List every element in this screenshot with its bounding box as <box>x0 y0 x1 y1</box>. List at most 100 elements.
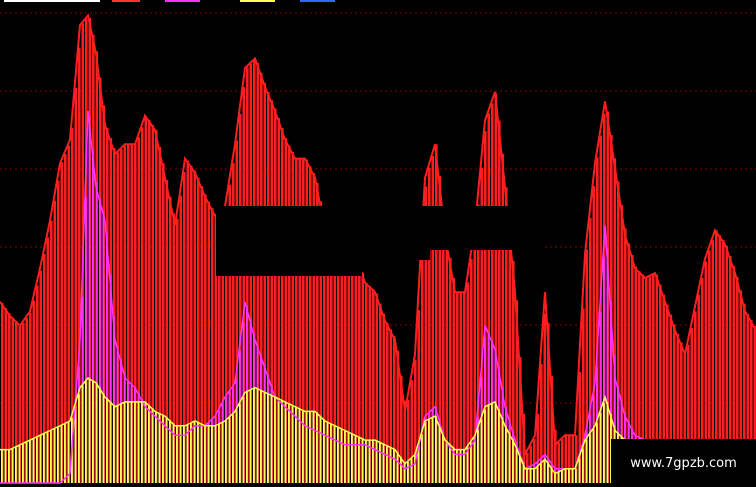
yellow-bar <box>494 402 497 483</box>
yellow-bar <box>344 430 346 483</box>
yellow-bar <box>60 425 63 483</box>
yellow-bar <box>144 401 147 483</box>
yellow-bar <box>512 439 514 483</box>
occlusion-block-right <box>430 210 542 250</box>
yellow-bar <box>176 425 178 483</box>
yellow-bar <box>333 425 336 483</box>
yellow-bar <box>225 421 227 483</box>
yellow-bar <box>235 410 238 483</box>
yellow-bar <box>606 402 609 483</box>
yellow-bar <box>484 409 486 483</box>
yellow-bar <box>43 433 45 483</box>
yellow-bar <box>449 443 451 483</box>
occlusion-block-mid <box>350 210 430 260</box>
yellow-bar <box>386 445 388 483</box>
yellow-bar <box>480 419 483 483</box>
yellow-bar <box>32 438 35 483</box>
yellow-bar <box>491 403 493 483</box>
yellow-bar <box>330 423 332 483</box>
yellow-bar <box>351 433 353 483</box>
yellow-bar <box>445 440 448 483</box>
yellow-bar <box>400 456 402 483</box>
yellow-bar <box>137 401 140 483</box>
yellow-bar <box>603 402 605 483</box>
yellow-bar <box>270 395 273 483</box>
yellow-bar <box>435 416 437 483</box>
yellow-bar <box>78 394 80 483</box>
yellow-bar <box>505 425 507 483</box>
yellow-bar <box>120 404 122 483</box>
yellow-bar <box>312 411 315 483</box>
yellow-bar <box>501 417 504 483</box>
chart <box>0 0 756 484</box>
yellow-bar <box>130 401 133 483</box>
yellow-bar <box>568 468 570 483</box>
yellow-bar <box>431 417 434 483</box>
yellow-bar <box>50 430 52 483</box>
yellow-bar <box>151 408 154 483</box>
yellow-bar <box>302 410 304 483</box>
yellow-bar <box>557 472 560 483</box>
yellow-bar <box>260 390 262 483</box>
yellow-bar <box>207 425 210 483</box>
yellow-bar <box>389 447 392 483</box>
yellow-bar <box>81 385 84 483</box>
yellow-bar <box>263 391 266 483</box>
yellow-bar <box>288 403 290 483</box>
yellow-bar <box>232 414 234 483</box>
yellow-bar <box>372 440 374 483</box>
yellow-bar <box>253 388 255 483</box>
yellow-bar <box>347 431 350 483</box>
yellow-bar <box>592 429 595 483</box>
yellow-bar <box>596 422 598 483</box>
yellow-bar <box>200 423 203 483</box>
yellow-bar <box>284 401 287 483</box>
yellow-bar <box>85 381 87 483</box>
yellow-bar <box>498 409 500 483</box>
yellow-bar <box>543 460 546 483</box>
yellow-bar <box>561 470 563 483</box>
yellow-bar <box>375 440 378 483</box>
yellow-bar <box>95 382 98 483</box>
yellow-bar <box>470 442 472 483</box>
yellow-bar <box>127 401 129 483</box>
yellow-bar <box>379 442 381 483</box>
yellow-bar <box>585 439 588 483</box>
yellow-bar <box>309 411 311 483</box>
yellow-bar <box>239 403 241 483</box>
yellow-bar <box>92 380 94 483</box>
yellow-bar <box>221 422 224 483</box>
yellow-bar <box>155 411 157 483</box>
yellow-bar <box>148 404 150 483</box>
yellow-bar <box>228 417 231 483</box>
yellow-bar <box>540 463 542 483</box>
yellow-bar <box>246 391 248 483</box>
yellow-bar <box>158 413 161 483</box>
yellow-bar <box>316 412 318 483</box>
yellow-bar <box>123 402 126 483</box>
yellow-bar <box>578 458 581 483</box>
yellow-bar <box>599 412 602 483</box>
yellow-bar <box>64 423 66 483</box>
yellow-bar <box>533 468 535 483</box>
yellow-bar <box>575 468 577 483</box>
yellow-bar <box>442 432 444 483</box>
yellow-bar <box>25 442 28 483</box>
occlusion-block <box>216 210 362 276</box>
yellow-bar <box>204 425 206 483</box>
yellow-bar <box>193 421 196 483</box>
yellow-bar <box>571 468 574 483</box>
yellow-bar <box>36 437 38 483</box>
yellow-bar <box>274 396 276 483</box>
yellow-bar <box>382 443 385 483</box>
yellow-bar <box>305 411 308 483</box>
yellow-bar <box>11 448 14 483</box>
yellow-bar <box>589 434 591 483</box>
yellow-bar <box>179 425 182 483</box>
yellow-bar <box>526 468 528 483</box>
yellow-bar <box>529 468 532 483</box>
yellow-bar <box>267 393 269 483</box>
yellow-bar <box>582 448 584 483</box>
yellow-bar <box>18 445 21 483</box>
yellow-bar <box>113 404 115 483</box>
